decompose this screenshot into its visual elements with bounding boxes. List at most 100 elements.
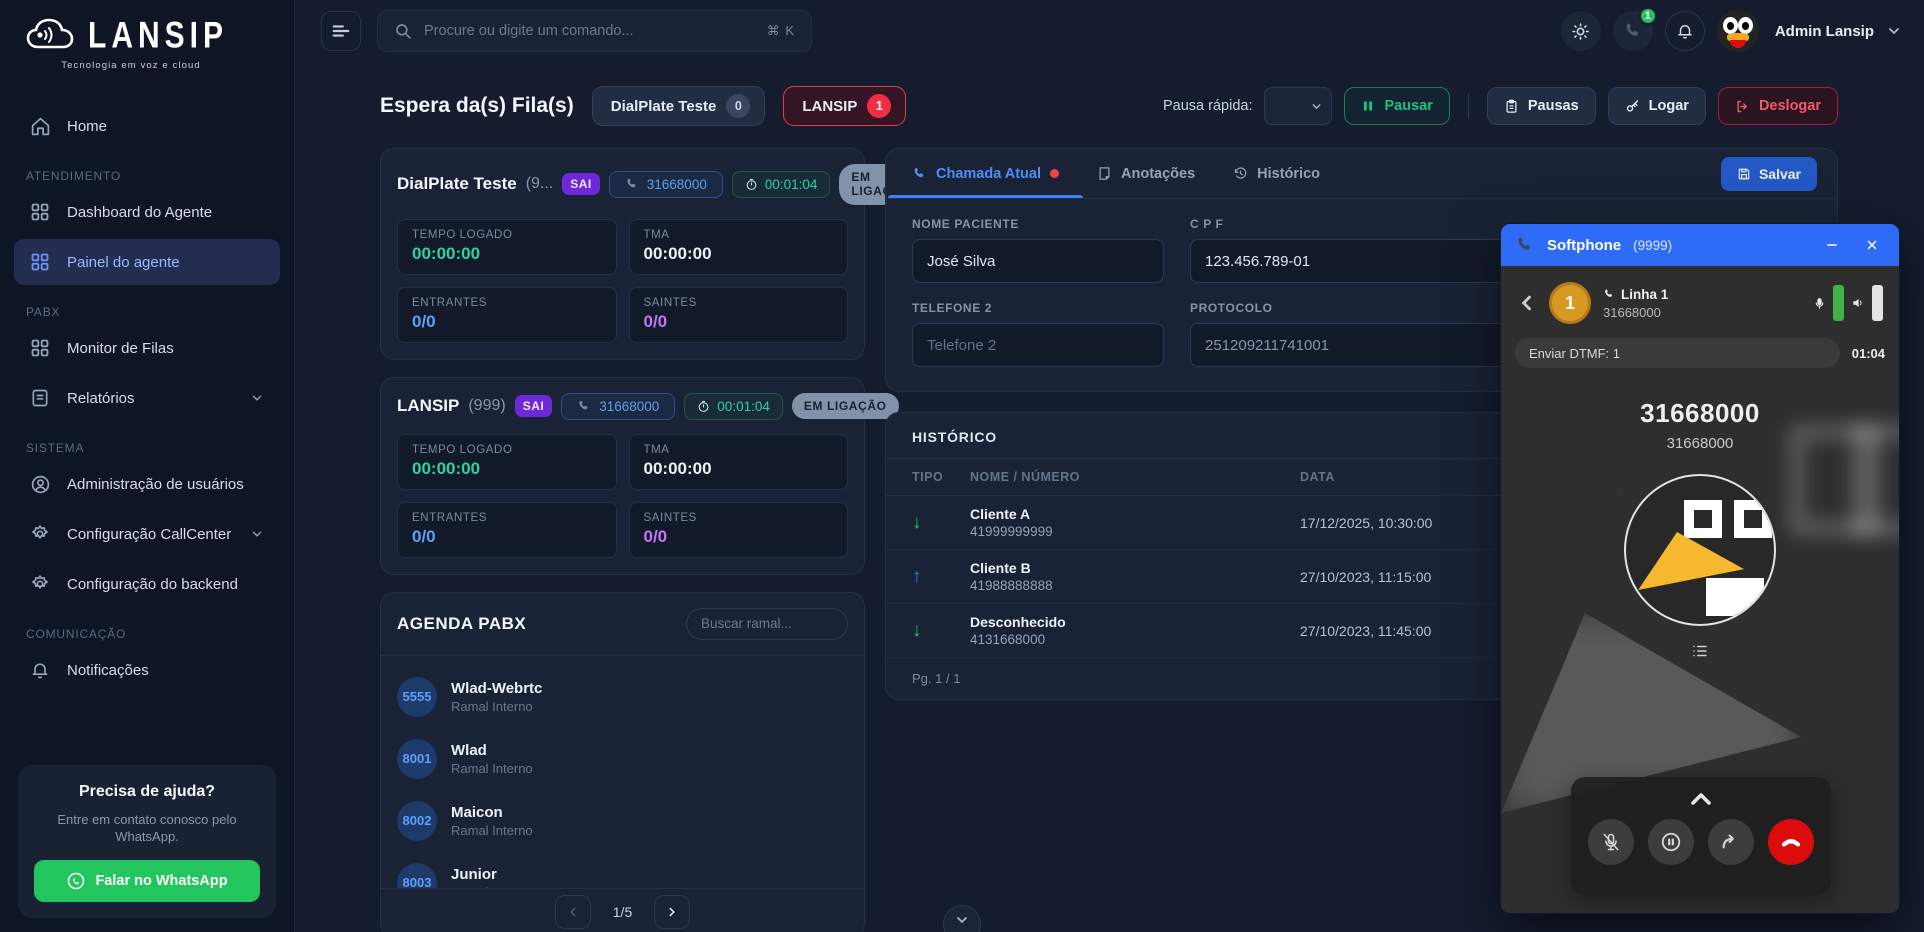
caller-number-block: 31668000 31668000 xyxy=(1501,398,1899,452)
quick-pause-select[interactable] xyxy=(1264,87,1332,125)
caller-number-small: 31668000 xyxy=(1501,435,1899,452)
global-search[interactable]: ⌘ K xyxy=(377,10,812,52)
speaker-icon xyxy=(1851,296,1865,310)
chevron-down-icon xyxy=(250,391,264,405)
stat-label: SAINTES xyxy=(644,297,834,309)
hangup-phone-icon xyxy=(1779,830,1803,854)
topbar-actions: 1 Admin Lansip xyxy=(1561,10,1902,52)
theme-toggle-button[interactable] xyxy=(1561,11,1601,51)
stat-label: TMA xyxy=(644,229,834,241)
call-timer-chip: 00:01:04 xyxy=(732,171,831,198)
sidebar-item-label: Configuração CallCenter xyxy=(67,526,231,543)
pause-button[interactable]: Pausar xyxy=(1344,87,1449,125)
sidebar-item-config-backend[interactable]: Configuração do backend xyxy=(14,561,280,607)
stat-value: 0/0 xyxy=(412,312,602,332)
logar-button[interactable]: Logar xyxy=(1608,87,1706,125)
quick-pause-label: Pausa rápida: xyxy=(1163,98,1252,114)
field-telefone-2: TELEFONE 2 xyxy=(912,301,1164,367)
topbar: ⌘ K 1 Admin Lansip xyxy=(295,0,1924,62)
sidebar-item-config-callcenter[interactable]: Configuração CallCenter xyxy=(14,511,280,557)
sidebar-item-monitor-filas[interactable]: Monitor de Filas xyxy=(14,325,280,371)
minimize-button[interactable] xyxy=(1819,232,1845,258)
agenda-list-item[interactable]: 8003 Junior Ramal Interno xyxy=(397,852,848,888)
page-title: Espera da(s) Fila(s) xyxy=(380,94,574,118)
agenda-list: 5555 Wlad-Webrtc Ramal Interno 8001 Wlad… xyxy=(381,656,864,888)
tab-chamada-atual[interactable]: Chamada Atual xyxy=(912,149,1059,198)
sidebar-item-painel-agente[interactable]: Painel do agente xyxy=(14,239,280,285)
mic-off-icon xyxy=(1601,832,1621,852)
deslogar-button[interactable]: Deslogar xyxy=(1718,87,1838,125)
back-chevron-button[interactable] xyxy=(1517,293,1537,313)
transfer-button[interactable] xyxy=(1708,819,1754,865)
sidebar-item-home[interactable]: Home xyxy=(14,103,280,149)
agenda-list-item[interactable]: 8001 Wlad Ramal Interno xyxy=(397,728,848,790)
stat-value: 00:00:00 xyxy=(644,244,834,264)
call-timer-chip: 00:01:04 xyxy=(684,393,783,420)
avatar-chin xyxy=(1706,578,1764,616)
softphone-body: 1 Linha 1 31668000 xyxy=(1501,266,1899,913)
field-label: NOME PACIENTE xyxy=(912,217,1164,231)
softphone-titlebar[interactable]: Softphone (9999) xyxy=(1501,224,1899,266)
report-icon xyxy=(30,388,51,409)
pause-button-label: Pausar xyxy=(1384,98,1432,114)
page-header: Espera da(s) Fila(s) DialPlate Teste 0 L… xyxy=(380,84,1838,128)
sidebar-item-dashboard-agente[interactable]: Dashboard do Agente xyxy=(14,189,280,235)
hangup-button[interactable] xyxy=(1768,819,1814,865)
tab-historico[interactable]: Histórico xyxy=(1233,149,1320,198)
pausas-button[interactable]: Pausas xyxy=(1487,87,1596,125)
stat-label: TEMPO LOGADO xyxy=(412,229,602,241)
agenda-prev-page-button[interactable] xyxy=(555,895,591,929)
whatsapp-button[interactable]: Falar no WhatsApp xyxy=(34,860,260,902)
active-call-indicator xyxy=(1050,169,1059,178)
line-number-badge[interactable]: 1 xyxy=(1549,282,1591,324)
active-call-number-chip[interactable]: 31668000 xyxy=(609,171,723,198)
close-button[interactable] xyxy=(1859,232,1885,258)
forward-arrow-icon xyxy=(1720,831,1742,853)
sidebar-item-relatorios[interactable]: Relatórios xyxy=(14,375,280,421)
bell-icon xyxy=(30,660,51,681)
agenda-search-input[interactable] xyxy=(686,608,848,640)
agenda-next-page-button[interactable] xyxy=(654,895,690,929)
nome-paciente-input[interactable] xyxy=(912,239,1164,283)
save-button-label: Salvar xyxy=(1759,166,1801,182)
mute-button[interactable] xyxy=(1588,819,1634,865)
user-avatar[interactable] xyxy=(1717,10,1759,52)
expand-controls-button[interactable] xyxy=(1689,787,1713,811)
gear-icon xyxy=(30,574,51,595)
stat-tempo-logado: TEMPO LOGADO 00:00:00 xyxy=(397,434,617,490)
save-icon xyxy=(1737,167,1751,181)
search-shortcut: ⌘ K xyxy=(767,23,795,39)
sidebar-item-label: Notificações xyxy=(67,662,149,679)
pause-circle-icon xyxy=(1660,831,1682,853)
active-call-number-chip[interactable]: 31668000 xyxy=(561,393,675,420)
menu-toggle-button[interactable] xyxy=(321,11,361,51)
hold-button[interactable] xyxy=(1648,819,1694,865)
search-input[interactable] xyxy=(424,23,755,39)
grid-icon xyxy=(30,338,51,359)
sun-icon xyxy=(1571,22,1590,41)
chevron-down-icon[interactable] xyxy=(1886,23,1902,39)
queue-chip-dialplate[interactable]: DialPlate Teste 0 xyxy=(592,86,766,126)
incoming-call-icon: ↓ xyxy=(912,620,970,642)
telefone-2-input[interactable] xyxy=(912,323,1164,367)
calls-button[interactable]: 1 xyxy=(1613,11,1653,51)
queue-ext: (999) xyxy=(468,397,505,415)
notifications-button[interactable] xyxy=(1665,11,1705,51)
queue-chip-count: 1 xyxy=(867,94,891,118)
stat-value: 00:00:00 xyxy=(412,244,602,264)
numbered-list-icon[interactable] xyxy=(1501,642,1899,660)
agenda-list-item[interactable]: 8002 Maicon Ramal Interno xyxy=(397,790,848,852)
sidebar-item-notificacoes[interactable]: Notificações xyxy=(14,647,280,693)
stat-tma: TMA 00:00:00 xyxy=(629,434,849,490)
extension-type: Ramal Interno xyxy=(451,885,533,888)
extension-type: Ramal Interno xyxy=(451,823,533,838)
sidebar-item-admin-usuarios[interactable]: Administração de usuários xyxy=(14,461,280,507)
avatar-eye xyxy=(1738,17,1753,34)
help-text: Entre em contato conosco pelo WhatsApp. xyxy=(34,811,260,846)
agenda-list-item[interactable]: 5555 Wlad-Webrtc Ramal Interno xyxy=(397,666,848,728)
save-button[interactable]: Salvar xyxy=(1721,157,1817,191)
queue-chip-lansip[interactable]: LANSIP 1 xyxy=(783,86,906,126)
logout-icon xyxy=(1735,99,1750,114)
agenda-title: AGENDA PABX xyxy=(397,614,526,634)
tab-anotacoes[interactable]: Anotações xyxy=(1097,149,1195,198)
